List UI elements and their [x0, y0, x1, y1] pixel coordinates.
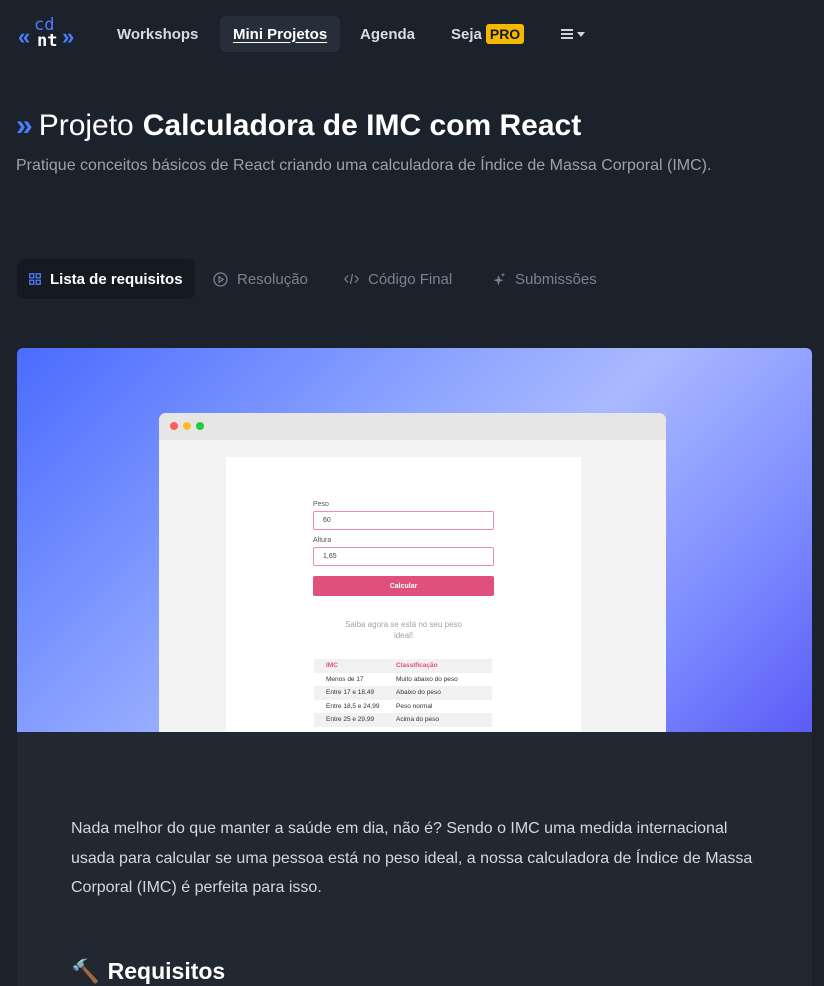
logo[interactable]: « cd nt »	[18, 14, 80, 54]
double-chevron-icon: »	[16, 109, 33, 142]
logo-right-mark: »	[62, 24, 74, 49]
preview-hint-text: Saiba agora se está no seu peso ideal!	[345, 620, 462, 640]
tab-codigo-final-label: Código Final	[368, 270, 453, 288]
preview-peso-input: 60	[313, 511, 494, 530]
preview-header-classificacao: Classificação	[396, 662, 438, 670]
preview-browser-window: Peso 60 Altura 1,65 Calcular Saiba agora…	[159, 413, 666, 732]
preview-window-bar	[159, 413, 666, 440]
requirements-heading: 🔨 Requisitos	[71, 958, 225, 985]
nav-seja-label: Seja	[451, 25, 482, 43]
hamburger-icon	[561, 29, 573, 39]
table-cell: Peso normal	[396, 702, 433, 710]
logo-bottom-text: nt	[37, 31, 58, 51]
close-dot-icon	[170, 422, 178, 430]
table-cell: Acima do peso	[396, 716, 439, 724]
preview-calculator-page: Peso 60 Altura 1,65 Calcular Saiba agora…	[226, 457, 581, 732]
nav-agenda[interactable]: Agenda	[347, 16, 428, 52]
table-row: Entre 18,5 e 24,99 Peso normal	[314, 700, 492, 714]
tab-codigo-final[interactable]: Código Final	[332, 259, 464, 299]
pro-badge: PRO	[485, 24, 525, 44]
page-subtitle: Pratique conceitos básicos de React cria…	[16, 157, 712, 174]
table-cell: Entre 25 e 29,99	[326, 716, 375, 724]
table-cell: Abaixo do peso	[396, 689, 441, 697]
nav-workshops[interactable]: Workshops	[104, 16, 211, 52]
hammer-icon: 🔨	[71, 958, 100, 984]
menu-button[interactable]	[552, 18, 594, 50]
nav-seja-pro[interactable]: Seja PRO	[438, 16, 537, 52]
table-cell: Entre 18,5 e 24,99	[326, 702, 380, 710]
nav-agenda-label: Agenda	[360, 25, 416, 43]
preview-table-header: IMC Classificação	[314, 659, 492, 673]
maximize-dot-icon	[196, 422, 204, 430]
top-navigation: « cd nt » Workshops Mini Projetos Agenda…	[0, 0, 824, 70]
tab-resolucao[interactable]: Resolução	[201, 259, 320, 299]
table-cell: Menos de 17	[326, 675, 364, 683]
preview-altura-input: 1,65	[313, 547, 494, 566]
table-row: Entre 17 e 18,49 Abaixo do peso	[314, 686, 492, 700]
caret-down-icon	[577, 31, 585, 37]
table-cell: Muito abaixo do peso	[396, 675, 458, 683]
tab-submissoes[interactable]: Submissões	[479, 259, 609, 299]
nav-mini-projetos-label: Mini Projetos	[233, 25, 328, 43]
tab-submissoes-label: Submissões	[515, 270, 597, 288]
project-banner-image: Peso 60 Altura 1,65 Calcular Saiba agora…	[17, 348, 812, 732]
project-card: Peso 60 Altura 1,65 Calcular Saiba agora…	[17, 348, 812, 986]
requirements-heading-text: Requisitos	[107, 958, 226, 984]
logo-left-mark: «	[18, 24, 30, 49]
table-row: Entre 25 e 29,99 Acima do peso	[314, 713, 492, 727]
grid-icon	[29, 273, 41, 285]
intro-paragraph: Nada melhor do que manter a saúde em dia…	[71, 820, 753, 896]
preview-imc-table: IMC Classificação Menos de 17 Muito abai…	[314, 659, 492, 727]
tab-lista-de-requisitos[interactable]: Lista de requisitos	[17, 259, 195, 299]
page-title-prefix: Projeto	[38, 109, 134, 142]
page-title-name: Calculadora de IMC com React	[142, 109, 582, 142]
preview-header-imc: IMC	[326, 662, 338, 670]
preview-calcular-button: Calcular	[313, 576, 494, 596]
minimize-dot-icon	[183, 422, 191, 430]
table-cell: Entre 17 e 18,49	[326, 689, 375, 697]
preview-altura-label: Altura	[313, 537, 332, 544]
nav-workshops-label: Workshops	[117, 25, 199, 43]
table-row: Menos de 17 Muito abaixo do peso	[314, 673, 492, 687]
preview-peso-label: Peso	[313, 501, 329, 508]
code-icon	[344, 273, 359, 285]
tab-lista-label: Lista de requisitos	[50, 270, 183, 288]
page-title: » Projeto Calculadora de IMC com React	[16, 108, 581, 144]
sparkle-icon	[493, 272, 506, 285]
nav-mini-projetos[interactable]: Mini Projetos	[220, 16, 341, 52]
tab-resolucao-label: Resolução	[237, 270, 308, 288]
play-circle-icon	[213, 271, 228, 287]
